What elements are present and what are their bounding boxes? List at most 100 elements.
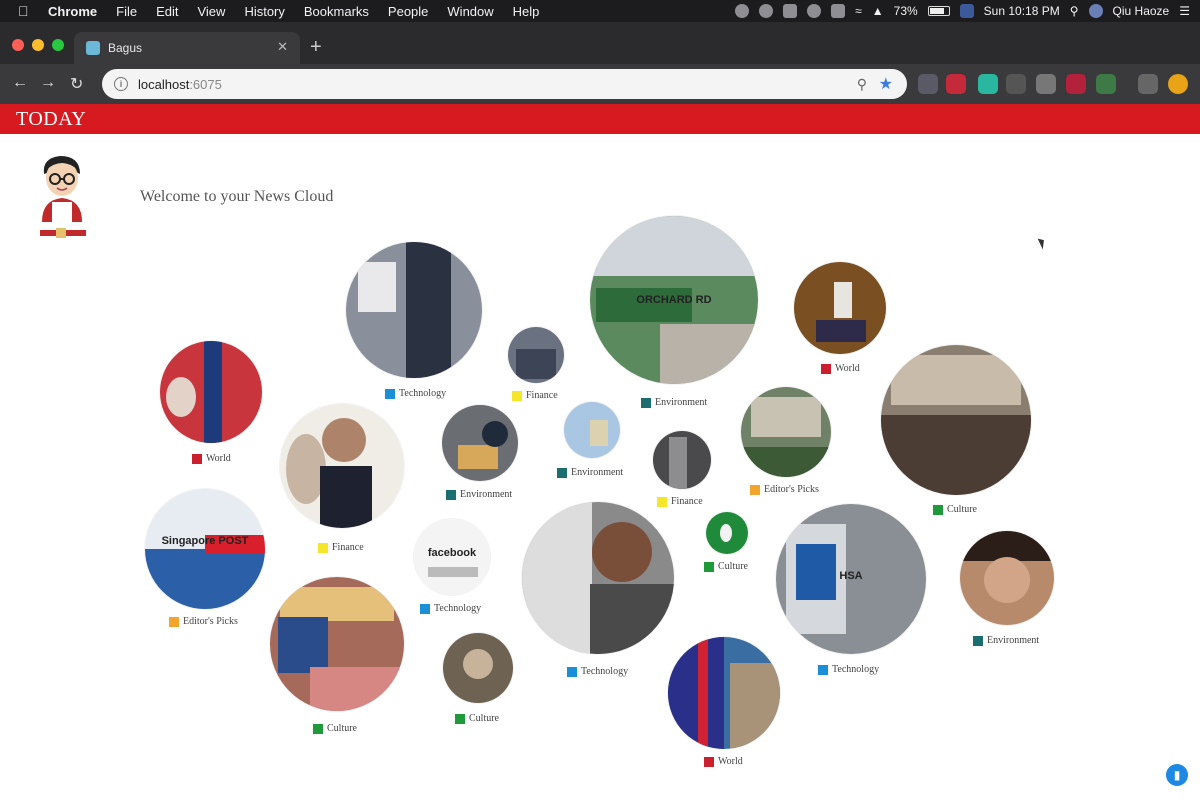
spotlight-icon[interactable]: ⚲ [1070,4,1079,18]
thumbnail-shape [891,355,1021,405]
status-app-icon[interactable] [735,4,750,18]
extension-icon[interactable] [1096,74,1116,94]
category-name: Finance [526,390,558,401]
news-bubble[interactable] [741,387,831,477]
category-label[interactable]: Environment [557,467,623,478]
minimize-window-button[interactable] [32,39,44,51]
help-button[interactable]: ▮ [1166,764,1188,786]
close-tab-icon[interactable]: ✕ [277,39,288,55]
category-label[interactable]: Environment [446,489,512,500]
category-label[interactable]: Environment [973,635,1039,646]
extension-icon[interactable] [1066,74,1086,94]
category-label[interactable]: Culture [704,561,748,572]
user-avatar[interactable] [36,152,90,248]
bubble-image-text: facebook [427,547,477,559]
news-bubble[interactable] [653,431,711,489]
category-name: World [206,453,231,464]
forward-arrow-icon[interactable]: → [40,74,56,92]
clock[interactable]: Sun 10:18 PM [984,4,1060,18]
news-bubble[interactable] [668,637,780,749]
category-label[interactable]: World [704,756,743,767]
news-bubble[interactable] [960,531,1054,625]
menu-window[interactable]: Window [447,4,493,19]
news-bubble[interactable] [794,262,886,354]
reload-icon[interactable]: ↻ [70,74,83,94]
news-bubble[interactable]: Singapore POST [145,489,265,609]
menu-chrome[interactable]: Chrome [48,4,97,19]
news-bubble[interactable] [442,405,518,481]
category-label[interactable]: Culture [313,723,357,734]
address-bar[interactable]: i localhost:6075 ⚲ ★ [102,69,907,99]
category-label[interactable]: Technology [420,603,481,614]
category-label[interactable]: Finance [512,390,558,401]
news-bubble[interactable] [346,242,482,378]
category-label[interactable]: Culture [455,713,499,724]
zoom-window-button[interactable] [52,39,64,51]
skype-icon[interactable] [759,4,774,18]
news-bubble[interactable] [522,502,674,654]
menu-view[interactable]: View [197,4,225,19]
news-bubble[interactable] [706,512,748,554]
news-bubble[interactable] [160,341,262,443]
search-icon[interactable]: ⚲ [857,76,867,93]
notification-center-icon[interactable]: ☰ [1179,4,1190,18]
category-label[interactable]: Technology [567,666,628,677]
back-arrow-icon[interactable]: ← [12,74,28,92]
news-bubble[interactable] [280,404,404,528]
user-name[interactable]: Qiu Haoze [1113,4,1170,18]
volume-icon[interactable]: ▲ [872,4,884,18]
category-label[interactable]: World [821,363,860,374]
category-label[interactable]: Finance [318,542,364,553]
news-bubble[interactable]: ORCHARD RD [590,216,758,384]
menu-help[interactable]: Help [513,4,540,19]
flag-icon[interactable] [959,4,974,18]
browser-toolbar: ← → ↻ i localhost:6075 ⚲ ★ [0,64,1200,104]
site-info-icon[interactable]: i [114,77,128,91]
category-color-swatch [818,664,828,675]
category-color-swatch [933,504,943,515]
news-bubble[interactable] [881,345,1031,495]
new-tab-button[interactable]: + [310,36,322,59]
extension-icon[interactable] [1138,74,1158,94]
menu-people[interactable]: People [388,4,428,19]
news-thumbnail [442,405,518,481]
menu-file[interactable]: File [116,4,137,19]
news-bubble[interactable]: HSA [776,504,926,654]
category-label[interactable]: Editor's Picks [169,616,238,627]
status-app-icon[interactable] [783,4,798,18]
category-name: Finance [332,542,364,553]
category-color-swatch [446,489,456,500]
category-label[interactable]: Editor's Picks [750,484,819,495]
close-window-button[interactable] [12,39,24,51]
category-color-swatch [420,603,430,614]
news-bubble[interactable] [443,633,513,703]
menu-bookmarks[interactable]: Bookmarks [304,4,369,19]
category-label[interactable]: Technology [385,388,446,399]
category-label[interactable]: Culture [933,504,977,515]
menu-edit[interactable]: Edit [156,4,178,19]
profile-icon[interactable] [1168,74,1188,94]
category-label[interactable]: World [192,453,231,464]
news-bubble[interactable] [508,327,564,383]
category-label[interactable]: Technology [818,664,879,675]
time-machine-icon[interactable] [807,4,822,18]
news-bubble[interactable]: facebook [414,519,490,595]
wifi-icon[interactable]: ≈ [855,4,862,18]
news-bubble[interactable] [564,402,620,458]
bookmark-star-icon[interactable]: ★ [879,74,893,94]
today-logo[interactable]: TODAY [16,108,86,131]
news-bubble[interactable] [270,577,404,711]
extension-icon[interactable] [1006,74,1026,94]
extension-icon[interactable] [1036,74,1056,94]
user-avatar-icon[interactable] [1088,4,1103,18]
apple-menu-icon[interactable]:  [18,3,32,19]
battery-icon[interactable] [927,6,950,16]
display-icon[interactable] [831,4,846,18]
extension-icon[interactable] [978,74,998,94]
menu-history[interactable]: History [244,4,284,19]
tab-bagus[interactable]: Bagus ✕ [74,32,300,64]
extension-icon[interactable] [918,74,938,94]
category-label[interactable]: Environment [641,397,707,408]
extension-icon[interactable] [946,74,966,94]
thumbnail-shape [816,320,866,342]
